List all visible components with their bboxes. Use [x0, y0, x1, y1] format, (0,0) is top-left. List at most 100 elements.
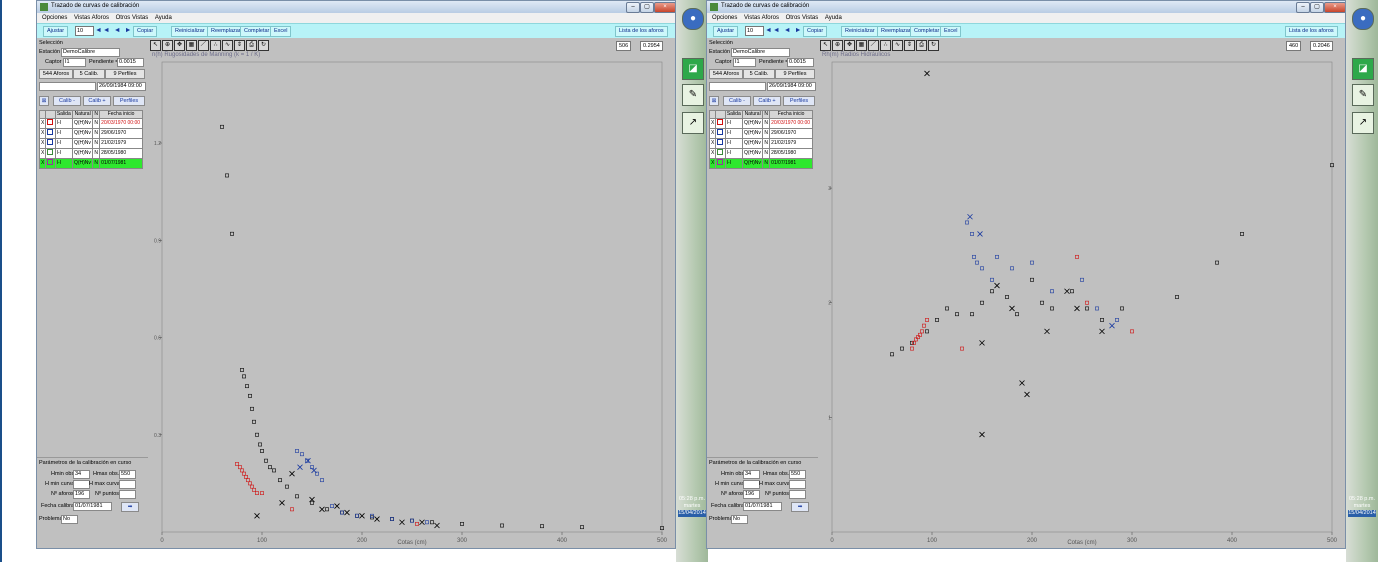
copiar-button[interactable]: Copiar — [803, 26, 828, 37]
tab-calib[interactable]: 5 Calib. — [743, 69, 775, 79]
table-row[interactable]: X I-I Q(H)Nv N 28/05/1980 — [708, 148, 813, 159]
hmin-curva-field[interactable] — [73, 480, 90, 489]
pendiente-field[interactable]: 0.0015 — [117, 58, 144, 67]
excel-button[interactable]: Excel — [940, 26, 962, 37]
puntos-field[interactable] — [119, 490, 136, 499]
calib-plus-button[interactable]: Calib + — [83, 96, 111, 106]
hmax-field[interactable]: 550 — [789, 470, 806, 479]
copiar-button[interactable]: Copiar — [133, 26, 158, 37]
perfiles-button[interactable]: Perfiles — [113, 96, 145, 106]
date-field[interactable]: 26/09/1984 09:00 — [767, 82, 816, 91]
refresh-icon[interactable]: ↻ — [258, 40, 269, 51]
completar-button[interactable]: Completar — [240, 26, 274, 37]
refresh-icon[interactable]: ↻ — [928, 40, 939, 51]
table-row[interactable]: X I-I Q(H)Nv N 28/05/1980 — [38, 148, 143, 159]
maximize-button[interactable]: ▢ — [640, 2, 654, 13]
lista-aforos-button[interactable]: Lista de los aforos — [1285, 26, 1338, 37]
step-select[interactable]: 10 — [75, 26, 94, 36]
tab-aforos[interactable]: 544 Aforos — [39, 69, 73, 79]
date-scroller[interactable] — [709, 82, 766, 91]
hmin-curva-field[interactable] — [743, 480, 760, 489]
taskbar-clock[interactable]: 05:28 p.m. martes 15/04/2014 — [1348, 496, 1376, 517]
minimize-button[interactable]: – — [626, 2, 640, 13]
tab-calib[interactable]: 5 Calib. — [73, 69, 105, 79]
curve-icon[interactable]: ∿ — [222, 40, 233, 51]
map-icon[interactable]: ◪ — [1352, 58, 1374, 80]
calib-plus-button[interactable]: Calib + — [753, 96, 781, 106]
map-icon[interactable]: ◪ — [682, 58, 704, 80]
problema-field[interactable]: No — [731, 515, 748, 524]
perfiles-button[interactable]: Perfiles — [783, 96, 815, 106]
globe-icon[interactable]: ● — [682, 8, 704, 30]
menu-opciones[interactable]: Opciones — [42, 13, 67, 23]
ajustar-button[interactable]: Ajustar — [43, 26, 69, 37]
puntos-field[interactable] — [789, 490, 806, 499]
calib-minus-button[interactable]: Calib - — [723, 96, 751, 106]
menu-otros-vistas[interactable]: Otros Vistas — [786, 13, 819, 23]
pendiente-field[interactable]: 0.0015 — [787, 58, 814, 67]
completar-button[interactable]: Completar — [910, 26, 944, 37]
table-row[interactable]: X I-I Q(H)Nv N 29/06/1970 — [38, 128, 143, 139]
table-row[interactable]: X I-I Q(H)Nv N 20/03/1970 00:00 — [38, 118, 143, 129]
hmax-curva-field[interactable] — [119, 480, 136, 489]
maximize-button[interactable]: ▢ — [1310, 2, 1324, 13]
scale-icon[interactable]: ⇕ — [904, 40, 915, 51]
delete-icon[interactable]: ⊠ — [709, 96, 719, 106]
taskbar-clock[interactable]: 05:28 p.m. martes 15/04/2014 — [678, 496, 706, 517]
points-icon[interactable]: ∴ — [880, 40, 891, 51]
fecha-calibracion-field[interactable]: 01/07/1981 — [73, 502, 112, 511]
date-field[interactable]: 26/09/1984 09:00 — [97, 82, 146, 91]
reemplazar-button[interactable]: Reemplazar — [207, 26, 245, 37]
table-row[interactable]: X I-I Q(H)Nv N 29/06/1970 — [708, 128, 813, 139]
close-button[interactable]: × — [1324, 2, 1345, 13]
aforos-field[interactable]: 196 — [73, 490, 90, 499]
lista-aforos-button[interactable]: Lista de los aforos — [615, 26, 668, 37]
calib-minus-button[interactable]: Calib - — [53, 96, 81, 106]
chart-icon[interactable]: ↗ — [1352, 112, 1374, 134]
minimize-button[interactable]: – — [1296, 2, 1310, 13]
aforos-field[interactable]: 196 — [743, 490, 760, 499]
scale-icon[interactable]: ⇕ — [234, 40, 245, 51]
scatter-chart[interactable]: 0 100 200 300 400 500 0.3 0.6 0.9 1.2 Cotas (cm) — [152, 58, 674, 546]
tab-perfiles[interactable]: 9 Perfiles — [105, 69, 145, 79]
date-scroller[interactable] — [39, 82, 96, 91]
estacion-select[interactable]: DemoCalibre — [731, 48, 790, 57]
hmax-curva-field[interactable] — [789, 480, 806, 489]
pan-icon[interactable]: ✥ — [844, 40, 855, 51]
tab-perfiles[interactable]: 9 Perfiles — [775, 69, 815, 79]
pointer-icon[interactable]: ↖ — [150, 40, 161, 51]
print-icon[interactable]: ⎙ — [916, 40, 927, 51]
scatter-chart[interactable]: 0 100 200 300 400 500 1 2 3 Cotas (cm) — [822, 58, 1344, 546]
ajustar-button[interactable]: Ajustar — [713, 26, 739, 37]
hmax-field[interactable]: 550 — [119, 470, 136, 479]
menu-ayuda[interactable]: Ayuda — [825, 13, 842, 23]
line-icon[interactable]: ／ — [868, 40, 879, 51]
table-row[interactable]: X I-I Q(H)Nv N 01/07/1981 — [38, 158, 143, 169]
arrow-right-icon[interactable]: ➡ — [791, 502, 809, 512]
zoom-icon[interactable]: ⊕ — [832, 40, 843, 51]
captor-select[interactable]: I1 — [63, 58, 86, 67]
table-row[interactable]: X I-I Q(H)Nv N 20/03/1970 00:00 — [708, 118, 813, 129]
menu-opciones[interactable]: Opciones — [712, 13, 737, 23]
pan-icon[interactable]: ✥ — [174, 40, 185, 51]
curve-icon[interactable]: ∿ — [892, 40, 903, 51]
excel-button[interactable]: Excel — [270, 26, 292, 37]
globe-icon[interactable]: ● — [1352, 8, 1374, 30]
grid-icon[interactable]: ▦ — [186, 40, 197, 51]
step-select[interactable]: 10 — [745, 26, 764, 36]
problema-field[interactable]: No — [61, 515, 78, 524]
arrow-right-icon[interactable]: ➡ — [121, 502, 139, 512]
estacion-select[interactable]: DemoCalibre — [61, 48, 120, 57]
line-icon[interactable]: ／ — [198, 40, 209, 51]
tool-icon[interactable]: ✎ — [1352, 84, 1374, 106]
menu-otros-vistas[interactable]: Otros Vistas — [116, 13, 149, 23]
table-row[interactable]: X I-I Q(H)Nv N 21/02/1979 — [708, 138, 813, 149]
hmin-field[interactable]: 34 — [73, 470, 90, 479]
table-row[interactable]: X I-I Q(H)Nv N 01/07/1981 — [708, 158, 813, 169]
chart-icon[interactable]: ↗ — [682, 112, 704, 134]
tool-icon[interactable]: ✎ — [682, 84, 704, 106]
menu-ayuda[interactable]: Ayuda — [155, 13, 172, 23]
zoom-icon[interactable]: ⊕ — [162, 40, 173, 51]
fecha-calibracion-field[interactable]: 01/07/1981 — [743, 502, 782, 511]
tab-aforos[interactable]: 544 Aforos — [709, 69, 743, 79]
